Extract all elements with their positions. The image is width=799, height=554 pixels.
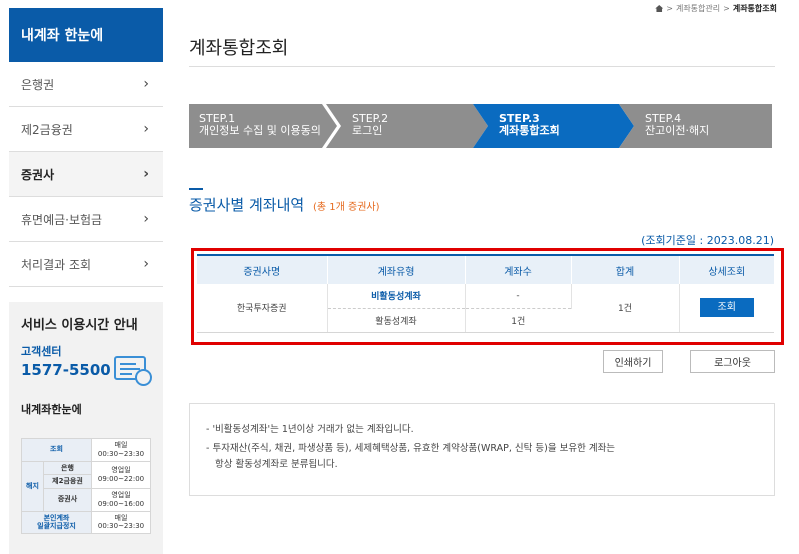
company-name: 한국투자증권: [197, 284, 328, 333]
step-2: STEP.2 로그인: [326, 104, 488, 148]
sidebar-item-label: 휴면예금·보험금: [21, 212, 103, 227]
chevron-right-icon: ›: [143, 76, 149, 92]
svc-row-label: 조회: [21, 438, 92, 462]
section-count: (총 1개 증권사): [313, 202, 380, 213]
account-count: -: [465, 284, 572, 309]
col-header: 계좌수: [465, 254, 572, 284]
step-1: STEP.1 개인정보 수집 및 이용동의: [189, 104, 337, 148]
col-header: 증권사명: [197, 254, 328, 284]
sidebar-item-label: 은행권: [21, 77, 55, 92]
chevron-right-icon: ›: [143, 256, 149, 272]
table-row: 한국투자증권 비활동성계좌 - 1건 조회: [197, 284, 774, 333]
detail-cell: 조회: [679, 284, 774, 333]
note-line: 항상 활동성계좌로 분류됩니다.: [215, 459, 338, 470]
svc-group-label: 해지: [21, 460, 44, 512]
sidebar-header[interactable]: 내계좌 한눈에: [9, 8, 163, 62]
step-3-active: STEP.3 계좌통합조회: [473, 104, 634, 148]
col-header: 계좌유형: [327, 254, 466, 284]
sidebar-item-results[interactable]: 처리결과 조회 ›: [9, 242, 163, 287]
sidebar-item-secondary-finance[interactable]: 제2금융권 ›: [9, 107, 163, 152]
col-header: 합계: [571, 254, 680, 284]
step-label: 개인정보 수집 및 이용동의: [199, 124, 321, 137]
title-divider: [189, 66, 775, 67]
notes-box: - '비활동성계좌'는 1년이상 거래가 없는 계좌입니다. - 투자재산(주식…: [189, 403, 775, 496]
sidebar-item-label: 증권사: [21, 167, 55, 182]
service-name: 내계좌한눈에: [21, 403, 82, 416]
breadcrumb-sep: >: [666, 4, 673, 13]
view-button[interactable]: 조회: [699, 298, 754, 318]
section-accent-bar: [189, 188, 203, 190]
sidebar-item-dormant-deposits[interactable]: 휴면예금·보험금 ›: [9, 197, 163, 242]
svc-row-label: 은행: [43, 460, 92, 476]
breadcrumb-parent[interactable]: 계좌통합관리: [676, 3, 720, 14]
account-type: 활동성계좌: [327, 308, 466, 333]
svc-row-time: 영업일 09:00~16:00: [91, 488, 151, 512]
svc-row-label: 본인계좌 일괄지급정지: [21, 510, 92, 534]
svc-row-time: 매일 00:30~23:30: [91, 438, 151, 462]
svc-row-time: 영업일 09:00~22:00: [91, 460, 151, 489]
print-button[interactable]: 인쇄하기: [603, 350, 663, 373]
table-header-row: 증권사명 계좌유형 계좌수 합계 상세조회: [197, 254, 774, 284]
breadcrumb: > 계좌통합관리 > 계좌통합조회: [655, 3, 777, 14]
breadcrumb-sep: >: [723, 4, 730, 13]
sidebar-item-bank[interactable]: 은행권 ›: [9, 62, 163, 107]
step-progress: STEP.1 개인정보 수집 및 이용동의 STEP.2 로그인 STEP.3 …: [189, 104, 772, 148]
col-header: 상세조회: [679, 254, 774, 284]
note-line: - '비활동성계좌'는 1년이상 거래가 없는 계좌입니다.: [206, 424, 414, 435]
chevron-right-icon: ›: [143, 211, 149, 227]
svc-row-label: 제2금융권: [43, 474, 92, 489]
account-count: 1건: [465, 308, 571, 333]
logout-button[interactable]: 로그아웃: [690, 350, 775, 373]
page-title: 계좌통합조회: [189, 38, 289, 59]
svc-row-time: 매일 00:30~23:30: [91, 510, 151, 534]
reference-date: (조회기준일 : 2023.08.21): [641, 234, 774, 247]
sidebar: 내계좌 한눈에 은행권 › 제2금융권 › 증권사 › 휴면예금·보험금 › 처…: [9, 8, 163, 554]
sidebar-item-label: 처리결과 조회: [21, 257, 92, 272]
account-table: 증권사명 계좌유형 계좌수 합계 상세조회 한국투자증권 비활동성계좌 - 1건…: [197, 254, 774, 333]
step-label: 로그인: [352, 124, 383, 137]
service-hours-table: 조회 매일 00:30~23:30 해지 은행 영업일 09:00~22:00 …: [21, 438, 151, 534]
home-icon[interactable]: [655, 5, 664, 12]
chevron-right-icon: ›: [143, 121, 149, 137]
account-total: 1건: [571, 284, 680, 333]
service-hours-title: 서비스 이용시간 안내: [21, 318, 138, 333]
account-type-link[interactable]: 비활동성계좌: [327, 284, 466, 309]
sidebar-item-securities[interactable]: 증권사 ›: [9, 152, 163, 197]
section-title: 증권사별 계좌내역: [189, 196, 305, 214]
step-label: 잔고이전·해지: [645, 124, 710, 137]
note-line: - 투자재산(주식, 채권, 파생상품 등), 세제혜택상품, 유효한 계약상품…: [206, 443, 616, 454]
step-label: 계좌통합조회: [499, 124, 560, 137]
step-4: STEP.4 잔고이전·해지: [619, 104, 772, 148]
customer-center-icon: [114, 356, 152, 386]
sidebar-item-label: 제2금융권: [21, 122, 73, 137]
breadcrumb-current: 계좌통합조회: [732, 4, 777, 13]
svc-row-label: 증권사: [43, 488, 92, 512]
chevron-right-icon: ›: [143, 166, 149, 182]
